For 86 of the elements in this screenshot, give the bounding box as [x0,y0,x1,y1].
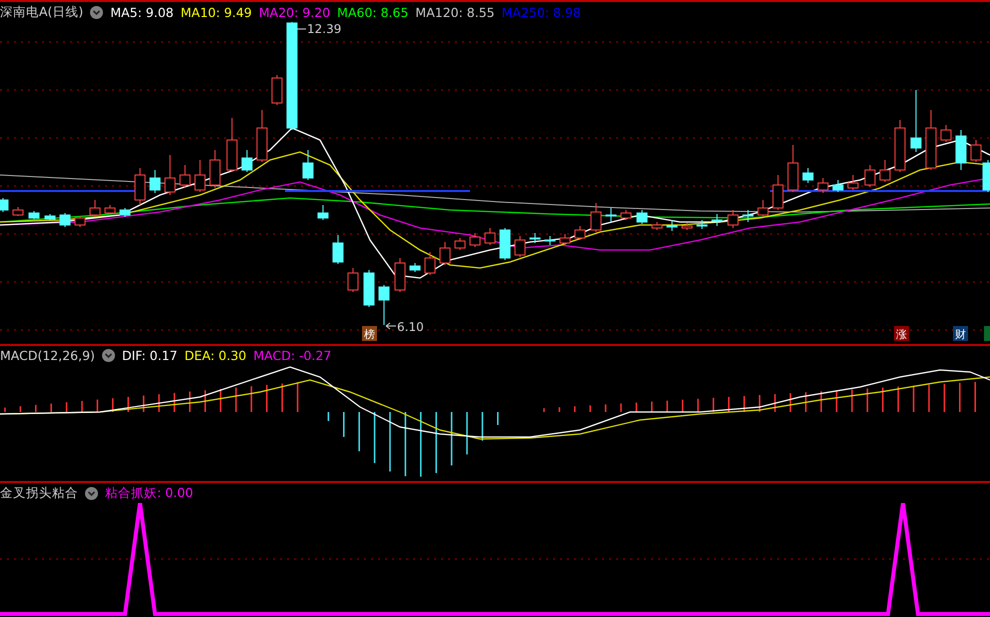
candlestick [440,242,450,266]
candlestick [544,236,556,246]
indicator-value: MA120: 8.55 [415,4,495,20]
low-price-label: 6.10 [397,320,424,334]
indicator-value: MA5: 9.08 [110,4,174,20]
marker-tag[interactable] [984,326,990,341]
candlestick [818,178,828,194]
candlestick [226,118,238,172]
candlestick [848,174,858,190]
candlestick [90,200,100,218]
candlestick [788,144,798,192]
candlestick [910,90,922,152]
candlestick [926,110,936,170]
chevron-down-icon[interactable] [85,486,98,500]
candlestick [104,204,116,214]
candlestick [574,226,586,240]
candlestick [394,258,406,292]
candlestick [500,228,510,260]
indicator-value: MA20: 9.20 [258,4,330,20]
chart-title: 深南电A(日线) [0,4,84,20]
chevron-down-icon[interactable] [102,348,115,362]
candlestick [956,130,966,170]
candlestick [256,110,268,162]
candlestick [210,150,220,188]
candlestick [772,174,784,210]
candlestick [44,214,56,220]
candlestick [272,74,282,106]
indicator-value: DEA: 0.30 [184,348,246,362]
candlestick [802,168,814,184]
candlestick [666,220,678,232]
high-price-label: 12.39 [307,22,342,36]
marker-tag[interactable]: 榜 [362,326,377,341]
candlestick [60,212,70,228]
candlestick [590,202,602,232]
indicator-value: MA60: 8.65 [337,4,408,20]
candlestick [302,150,314,180]
candlestick [410,262,420,272]
candlestick [134,168,146,206]
candlestick [940,124,952,142]
candlestick [682,222,692,230]
marker-tag[interactable]: 财 [953,326,968,341]
indicator-value: MACD: -0.27 [253,348,332,362]
candlestick [12,206,24,216]
candlestick [164,154,176,196]
candlestick [348,268,358,292]
indicator-value: 粘合抓妖: 0.00 [105,484,194,502]
candlestick [180,164,190,188]
chevron-down-icon[interactable] [90,6,104,18]
candlestick [864,164,876,188]
candlestick [758,200,768,218]
candlestick [514,236,526,258]
leader-line [296,28,306,30]
candlestick [894,120,906,172]
marker-tag[interactable]: 涨 [894,326,909,341]
leader-line [386,322,396,330]
candlestick [364,270,374,308]
candlestick [728,210,738,228]
candlestick [318,204,328,220]
candlestick [378,284,390,326]
candlestick [484,228,496,246]
candlestick [696,220,708,230]
candlestick [606,208,616,222]
candlestick [880,160,890,182]
indicator-value: MA10: 9.49 [180,4,252,20]
candlestick [530,232,540,244]
candlestick [560,234,570,246]
indicator-value: DIF: 0.17 [122,348,178,362]
indicator-value: MA250: 8.98 [502,4,581,20]
candlestick [242,150,252,172]
candlestick [74,216,86,228]
candlestick [150,170,160,194]
candlestick [0,198,8,212]
candlestick [332,234,344,264]
candlestick [28,210,40,220]
candlestick [742,210,754,222]
candlestick [712,214,722,226]
candlestick [454,238,466,250]
chart-title: MACD(12,26,9) [0,348,95,362]
candlestick [120,208,130,218]
candlestick [620,210,632,220]
candlestick [194,160,206,192]
candlestick [424,252,436,276]
candlestick [636,210,648,224]
chart-title: 金叉拐头粘合 [0,484,78,502]
candlestick [470,232,480,248]
candlestick [832,180,844,192]
